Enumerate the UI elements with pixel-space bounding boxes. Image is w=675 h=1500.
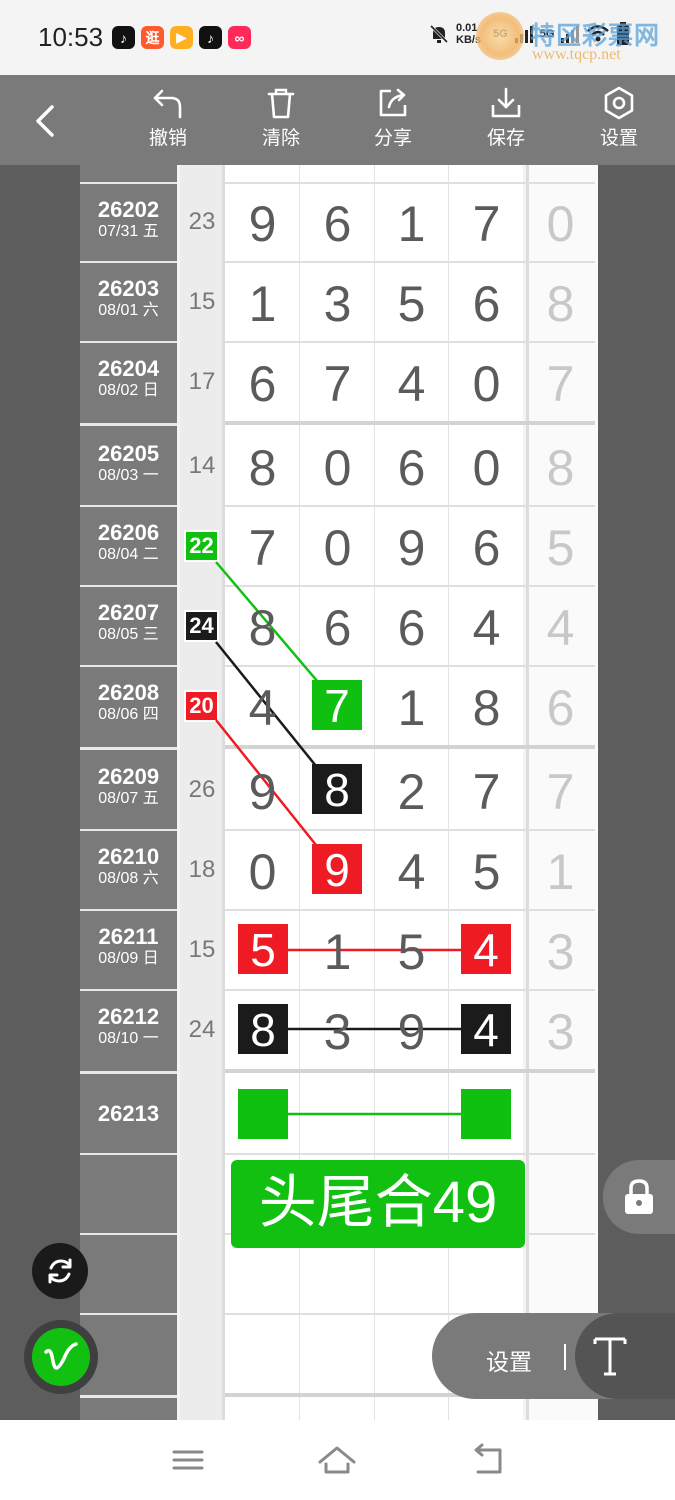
pen-stroke-icon — [44, 1342, 78, 1370]
tail-digit: 7 — [546, 764, 575, 820]
digit-cell: 4 — [397, 844, 426, 900]
digit-cell: 9 — [248, 764, 277, 820]
digit-cell: 6 — [248, 356, 277, 412]
highlight-box-red: 5 — [238, 924, 288, 976]
digit-cell: 2 — [397, 764, 426, 820]
tail-digit: 0 — [546, 196, 575, 252]
digit-cell: 9 — [248, 196, 277, 252]
digit-cell: 1 — [323, 924, 352, 980]
digit-cell: 0 — [472, 440, 501, 496]
prediction-box-tail — [461, 1089, 511, 1139]
home-icon — [318, 1446, 356, 1474]
lock-icon — [625, 1179, 653, 1214]
sync-button[interactable] — [32, 1243, 88, 1299]
digit-cell: 3 — [323, 1004, 352, 1060]
prediction-banner: 头尾合49 — [231, 1160, 525, 1248]
tail-digit: 3 — [546, 924, 575, 980]
tail-digit: 3 — [546, 1004, 575, 1060]
digit-cell: 5 — [472, 844, 501, 900]
digit-cell: 7 — [323, 356, 352, 412]
digit-cell: 7 — [472, 764, 501, 820]
tail-digit: 4 — [546, 600, 575, 656]
tail-digit: 7 — [546, 356, 575, 412]
digit-cell: 6 — [472, 520, 501, 576]
text-tool-icon — [593, 1337, 627, 1376]
digit-cell: 7 — [472, 196, 501, 252]
pen-button-inner — [32, 1328, 90, 1386]
digit-cell: 1 — [397, 680, 426, 736]
digit-cell: 0 — [323, 520, 352, 576]
digit-cell: 5 — [397, 924, 426, 980]
digit-cell: 8 — [248, 440, 277, 496]
system-nav-bar — [0, 1420, 675, 1500]
highlight-box-black: 4 — [461, 1004, 511, 1056]
digit-cell: 4 — [397, 356, 426, 412]
tail-digit: 6 — [546, 680, 575, 736]
digit-cell: 5 — [397, 276, 426, 332]
highlight-box-red: 9 — [312, 844, 362, 896]
digit-cell: 8 — [248, 600, 277, 656]
tail-digit: 1 — [546, 844, 575, 900]
digit-cell: 6 — [323, 196, 352, 252]
pill-settings-button[interactable]: 设置 — [486, 1343, 532, 1377]
text-settings-pill: 设置 — [432, 1313, 675, 1399]
tail-digit: 8 — [546, 440, 575, 496]
text-tool-button[interactable] — [575, 1313, 675, 1399]
menu-icon — [172, 1450, 204, 1470]
lock-button[interactable] — [603, 1160, 675, 1234]
digit-cell: 6 — [397, 600, 426, 656]
tail-digit: 5 — [546, 520, 575, 576]
digit-cell: 0 — [472, 356, 501, 412]
digit-cell: 4 — [472, 600, 501, 656]
digit-cell: 3 — [323, 276, 352, 332]
tail-digit: 8 — [546, 276, 575, 332]
digit-cell: 9 — [397, 520, 426, 576]
pill-divider — [564, 1344, 566, 1370]
digit-cell: 8 — [472, 680, 501, 736]
highlight-box-black: 8 — [238, 1004, 288, 1056]
prediction-box-head — [238, 1089, 288, 1139]
digit-cell: 1 — [248, 276, 277, 332]
digit-cell: 1 — [397, 196, 426, 252]
highlight-box-red: 4 — [461, 924, 511, 976]
digit-cell: 9 — [397, 1004, 426, 1060]
highlight-box-green: 7 — [312, 680, 362, 732]
digit-cell: 0 — [323, 440, 352, 496]
menu-nav-button[interactable] — [166, 1442, 210, 1478]
digit-cell: 7 — [248, 520, 277, 576]
back-nav-button[interactable] — [466, 1442, 510, 1478]
return-icon — [474, 1443, 502, 1474]
digit-cell: 6 — [472, 276, 501, 332]
refresh-icon — [48, 1258, 72, 1284]
home-nav-button[interactable] — [314, 1442, 360, 1478]
digit-cell: 6 — [397, 440, 426, 496]
digit-cell: 6 — [323, 600, 352, 656]
digit-cell: 4 — [248, 680, 277, 736]
digit-cell: 0 — [248, 844, 277, 900]
highlight-box-black: 8 — [312, 764, 362, 816]
pen-button[interactable] — [24, 1320, 98, 1394]
